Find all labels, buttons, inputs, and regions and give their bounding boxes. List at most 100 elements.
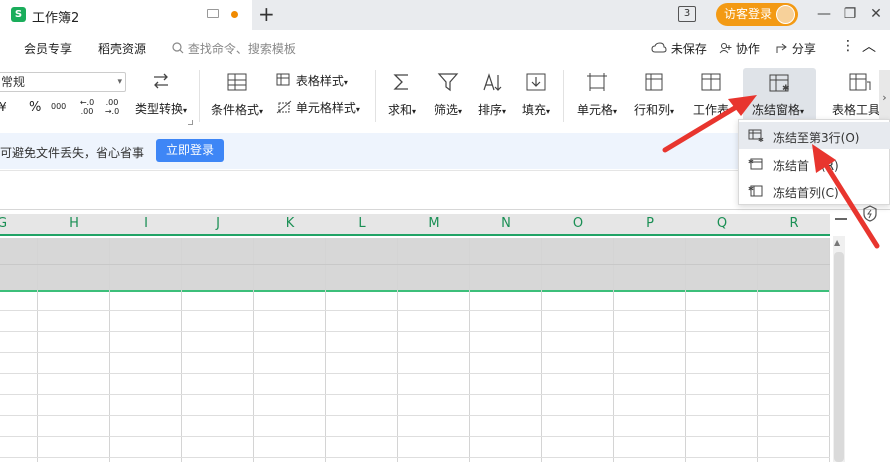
funnel-icon bbox=[437, 73, 459, 92]
table-tools-label: 表格工具 bbox=[832, 103, 881, 117]
scroll-thumb[interactable] bbox=[834, 252, 844, 462]
document-name: 工作簿2 bbox=[32, 11, 80, 26]
decrease-decimal-button[interactable]: .00 →.0 bbox=[103, 98, 121, 116]
caret-icon: ▾ bbox=[613, 107, 618, 116]
sum-button[interactable]: 求和▾ bbox=[384, 72, 420, 118]
menu-docer[interactable]: 稻壳资源 bbox=[98, 40, 146, 57]
unsaved-status[interactable]: 未保存 bbox=[651, 40, 707, 57]
search-placeholder: 查找命令、搜索模板 bbox=[187, 42, 296, 56]
menu-bar: 会员专享 稻壳资源 查找命令、搜索模板 未保存 协作 分享 ⋮ ︿ bbox=[0, 30, 890, 64]
split-handle-icon[interactable] bbox=[835, 218, 847, 220]
ribbon-divider bbox=[199, 70, 200, 122]
percent-button[interactable]: % bbox=[29, 100, 41, 115]
login-now-button[interactable]: 立即登录 bbox=[156, 139, 224, 162]
number-format-select[interactable]: 常规 ▾ bbox=[0, 72, 126, 92]
menu-member[interactable]: 会员专享 bbox=[24, 40, 72, 57]
svg-text:✱: ✱ bbox=[782, 84, 790, 94]
freeze-label: 冻结窗格 bbox=[752, 103, 801, 117]
more-menu-button[interactable]: ⋮ bbox=[841, 38, 855, 54]
column-header[interactable]: K bbox=[254, 216, 326, 231]
grid-column-line bbox=[109, 238, 110, 462]
share-label: 分享 bbox=[791, 42, 816, 56]
sort-icon bbox=[483, 73, 502, 91]
column-header[interactable]: M bbox=[398, 216, 470, 231]
freeze-to-row3-item[interactable]: ✱ 冻结至第3行(O) bbox=[739, 122, 890, 149]
ribbon-divider bbox=[375, 70, 376, 122]
column-header[interactable]: P bbox=[614, 216, 686, 231]
guest-login-button[interactable]: 访客登录 bbox=[716, 3, 798, 26]
table-style-button[interactable]: 表格样式▾ bbox=[276, 72, 348, 89]
grid-row-line bbox=[0, 457, 830, 458]
column-header[interactable]: R bbox=[758, 216, 830, 231]
currency-button[interactable]: ¥ bbox=[0, 100, 7, 114]
ribbon-divider bbox=[563, 70, 564, 122]
unsaved-label: 未保存 bbox=[670, 42, 707, 56]
new-tab-button[interactable]: + bbox=[258, 3, 275, 25]
grid-row-line bbox=[0, 331, 830, 332]
thousands-button[interactable]: 000 bbox=[51, 102, 66, 111]
column-header[interactable]: N bbox=[470, 216, 542, 231]
monitor-icon[interactable] bbox=[207, 9, 219, 18]
column-header[interactable]: L bbox=[326, 216, 398, 231]
row-col-icon bbox=[645, 73, 663, 91]
ribbon-scroll-right-button[interactable]: › bbox=[879, 70, 890, 126]
grid-column-line bbox=[541, 238, 542, 462]
freeze-first-row-item[interactable]: ✱ 冻结首 (R) bbox=[739, 150, 890, 177]
grid-row-line bbox=[0, 415, 830, 416]
grid-column-line bbox=[325, 238, 326, 462]
grid-column-line bbox=[397, 238, 398, 462]
vertical-scrollbar[interactable]: ▲ bbox=[833, 236, 845, 462]
freeze-rows-icon: ✱ bbox=[748, 129, 764, 142]
column-header[interactable]: H bbox=[38, 216, 110, 231]
caret-icon: ▾ bbox=[670, 107, 675, 116]
cell-button[interactable]: 单元格▾ bbox=[571, 72, 623, 118]
column-header[interactable]: G bbox=[0, 216, 38, 231]
command-search[interactable]: 查找命令、搜索模板 bbox=[172, 40, 296, 57]
grid-row-line bbox=[0, 394, 830, 395]
scroll-up-icon[interactable]: ▲ bbox=[834, 238, 840, 247]
freeze-first-col-label: 冻结首列(C) bbox=[773, 186, 839, 200]
sigma-icon bbox=[393, 74, 408, 90]
number-format-value: 常规 bbox=[1, 75, 26, 89]
restore-button[interactable]: ❐ bbox=[840, 4, 860, 24]
table-style-icon bbox=[276, 73, 290, 86]
caret-icon: ▾ bbox=[800, 107, 805, 116]
sum-label: 求和 bbox=[387, 103, 412, 117]
column-header[interactable]: Q bbox=[686, 216, 758, 231]
spreadsheet-grid[interactable]: G H I J K L M N O P Q R bbox=[0, 214, 830, 462]
sort-button[interactable]: 排序▾ bbox=[474, 72, 510, 118]
collapse-ribbon-button[interactable]: ︿ bbox=[862, 36, 876, 56]
filter-button[interactable]: 筛选▾ bbox=[430, 72, 466, 118]
share-button[interactable]: 分享 bbox=[775, 40, 816, 57]
avatar bbox=[776, 5, 795, 24]
cell-style-label: 单元格样式 bbox=[295, 101, 356, 115]
caret-icon: ▾ bbox=[458, 107, 463, 116]
caret-icon: ▾ bbox=[343, 78, 348, 87]
grid-column-line bbox=[181, 238, 182, 462]
increase-decimal-button[interactable]: ←.0 .00 bbox=[78, 98, 96, 116]
minimize-button[interactable]: — bbox=[814, 4, 834, 24]
freeze-divider-line bbox=[0, 290, 830, 292]
row-col-button[interactable]: 行和列▾ bbox=[629, 72, 679, 118]
caret-icon: ▾ bbox=[183, 106, 188, 115]
worksheet-button[interactable]: 工作表 bbox=[686, 72, 736, 118]
fill-button[interactable]: 填充▾ bbox=[518, 72, 554, 118]
type-convert-button[interactable]: 类型转换▾ bbox=[130, 70, 192, 117]
fill-down-icon bbox=[526, 73, 546, 91]
shield-tool-icon[interactable] bbox=[861, 204, 879, 222]
cell-style-button[interactable]: 单元格样式▾ bbox=[276, 99, 360, 116]
collab-button[interactable]: 协作 bbox=[719, 40, 760, 57]
column-header[interactable]: I bbox=[110, 216, 182, 231]
conditional-format-button[interactable]: 条件格式▾ bbox=[207, 72, 267, 118]
freeze-first-col-item[interactable]: ✱ 冻结首列(C) bbox=[739, 177, 890, 204]
column-header-row: G H I J K L M N O P Q R bbox=[0, 214, 830, 236]
title-bar: S 工作簿2 + 3 访客登录 — ❐ ✕ bbox=[0, 0, 890, 30]
grid-row-line bbox=[0, 310, 830, 311]
document-tab[interactable]: S 工作簿2 bbox=[0, 0, 252, 30]
caret-icon: ▾ bbox=[546, 107, 551, 116]
column-header[interactable]: O bbox=[542, 216, 614, 231]
ribbon-group-expander-icon[interactable] bbox=[188, 120, 193, 125]
column-header[interactable]: J bbox=[182, 216, 254, 231]
window-count-badge[interactable]: 3 bbox=[678, 6, 696, 22]
close-button[interactable]: ✕ bbox=[866, 4, 886, 24]
